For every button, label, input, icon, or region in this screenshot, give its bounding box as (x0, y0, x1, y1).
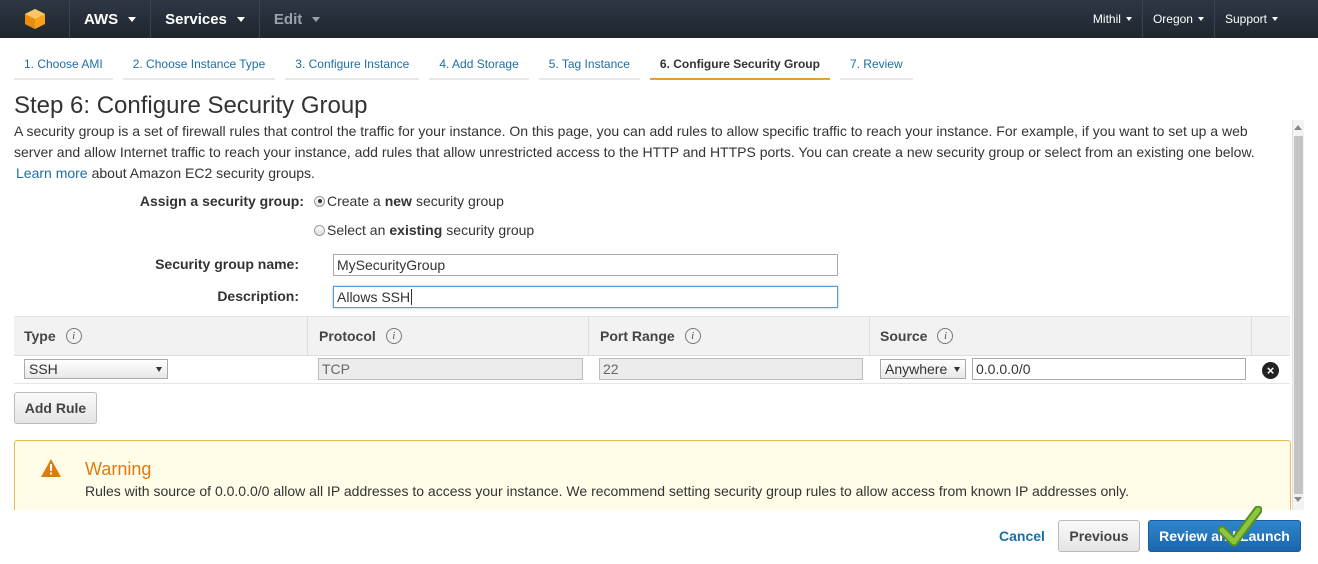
top-navbar: AWS Services Edit Mithil Oregon Support (0, 0, 1318, 38)
column-protocol-label: Protocol (319, 328, 376, 344)
description-input-value: Allows SSH (337, 289, 411, 305)
aws-menu-label: AWS (84, 10, 119, 28)
step-add-storage[interactable]: 4. Add Storage (429, 50, 529, 80)
wizard-steps: 1. Choose AMI 2. Choose Instance Type 3.… (14, 50, 923, 80)
warning-title: Warning (85, 459, 152, 479)
edit-menu-label: Edit (273, 10, 303, 28)
aws-menu[interactable]: AWS (70, 0, 152, 38)
chevron-down-icon (312, 16, 321, 22)
step-review[interactable]: 7. Review (839, 50, 913, 80)
dropdown-arrow-icon (156, 367, 162, 372)
radio-select-existing-post: security group (446, 222, 535, 238)
radio-create-new[interactable]: Create a new security group (314, 193, 504, 209)
column-type: Type i (14, 317, 308, 355)
page-description: A security group is a set of firewall ru… (14, 121, 1284, 184)
source-select-value: Anywhere (885, 361, 948, 377)
support-menu-label: Support (1224, 12, 1267, 26)
add-rule-button[interactable]: Add Rule (14, 392, 97, 424)
region-menu[interactable]: Oregon (1141, 0, 1214, 38)
support-menu[interactable]: Support (1213, 0, 1318, 38)
source-cidr-input[interactable]: 0.0.0.0/0 (972, 358, 1246, 380)
step-configure-instance[interactable]: 3. Configure Instance (285, 50, 420, 80)
chevron-down-icon (1197, 17, 1204, 21)
user-menu-label: Mithil (1092, 12, 1121, 26)
region-menu-label: Oregon (1152, 12, 1193, 26)
scroll-down-arrow-icon[interactable] (1294, 497, 1302, 502)
rules-table-header: Type i Protocol i Port Range i Source i (14, 316, 1290, 356)
services-menu[interactable]: Services (151, 0, 260, 38)
info-icon[interactable]: i (385, 328, 402, 344)
scroll-up-arrow-icon[interactable] (1294, 125, 1302, 130)
warning-box: Warning Rules with source of 0.0.0.0/0 a… (14, 440, 1291, 510)
type-select-value: SSH (29, 361, 58, 377)
column-port-range: Port Range i (590, 317, 870, 355)
radio-button-selected[interactable] (314, 195, 325, 207)
warning-text: Rules with source of 0.0.0.0/0 allow all… (85, 483, 1130, 499)
type-select[interactable]: SSH (24, 359, 168, 379)
column-protocol: Protocol i (309, 317, 589, 355)
source-select[interactable]: Anywhere (880, 359, 966, 379)
radio-create-new-post: security group (415, 193, 504, 209)
checkmark-icon (1218, 506, 1262, 547)
step-choose-ami[interactable]: 1. Choose AMI (14, 50, 113, 80)
security-group-name-label: Security group name: (155, 256, 299, 272)
description-text: A security group is a set of firewall ru… (14, 123, 1255, 160)
info-icon[interactable]: i (937, 328, 954, 344)
dropdown-arrow-icon (954, 367, 960, 372)
step-tag-instance[interactable]: 5. Tag Instance (538, 50, 640, 80)
column-type-label: Type (24, 328, 56, 344)
learn-more-suffix: about Amazon EC2 security groups. (91, 165, 315, 181)
navbar-right: Mithil Oregon Support (1083, 0, 1318, 38)
page-title: Step 6: Configure Security Group (14, 92, 368, 119)
warning-icon (41, 459, 61, 477)
radio-select-existing[interactable]: Select an existing security group (314, 222, 534, 238)
chevron-down-icon (236, 16, 245, 22)
chevron-down-icon (128, 16, 137, 22)
radio-select-existing-bold: existing (389, 222, 443, 238)
chevron-down-icon (1272, 17, 1278, 21)
scrollbar-thumb[interactable] (1294, 136, 1303, 494)
description-label: Description: (217, 288, 299, 304)
description-input[interactable]: Allows SSH (333, 286, 838, 308)
step-configure-security-group[interactable]: 6. Configure Security Group (649, 50, 830, 80)
protocol-field: TCP (318, 358, 583, 380)
previous-button[interactable]: Previous (1058, 520, 1140, 552)
edit-menu[interactable]: Edit (260, 0, 334, 38)
chevron-down-icon (1125, 17, 1132, 21)
column-port-range-label: Port Range (600, 328, 675, 344)
port-range-field: 22 (599, 358, 863, 380)
column-source-label: Source (880, 328, 928, 344)
radio-create-new-pre: Create a (327, 193, 381, 209)
table-row: SSH TCP 22 Anywhere 0.0.0.0/0 × (14, 356, 1290, 384)
radio-create-new-bold: new (384, 193, 412, 209)
step-choose-instance-type[interactable]: 2. Choose Instance Type (122, 50, 276, 80)
column-source: Source i (870, 317, 1252, 355)
info-icon[interactable]: i (65, 328, 82, 344)
assign-security-group-label: Assign a security group: (139, 193, 304, 209)
security-group-name-input[interactable]: MySecurityGroup (333, 254, 838, 276)
info-icon[interactable]: i (684, 328, 701, 344)
cancel-button[interactable]: Cancel (992, 520, 1052, 552)
services-menu-label: Services (165, 10, 227, 28)
aws-logo-icon[interactable] (0, 0, 70, 38)
user-menu[interactable]: Mithil (1083, 0, 1142, 38)
remove-rule-icon[interactable]: × (1262, 362, 1279, 379)
radio-select-existing-pre: Select an (327, 222, 386, 238)
learn-more-link[interactable]: Learn more (16, 165, 88, 181)
radio-button[interactable] (314, 224, 325, 236)
